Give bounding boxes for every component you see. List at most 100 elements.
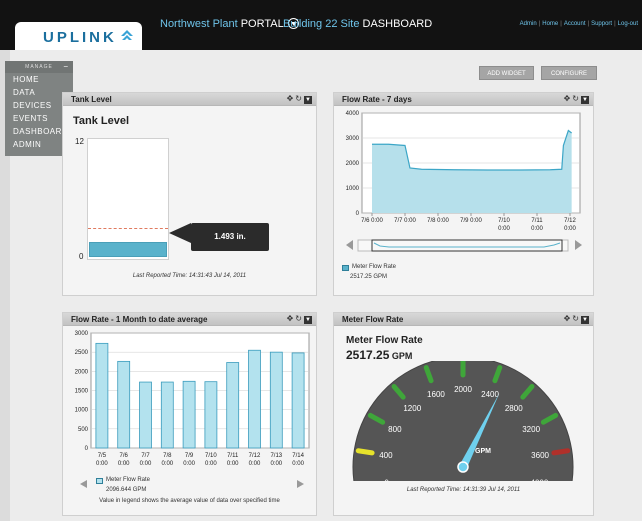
x-tick-label: 7/6: [120, 453, 129, 459]
panel-title: Tank Level: [71, 95, 112, 104]
x-tick-label: 7/8 0:00: [427, 218, 449, 224]
gauge-tick-label: 2400: [481, 390, 499, 399]
top-bar: UPLINK Northwest Plant PORTAL Building 2…: [0, 0, 642, 50]
gauge-tick-label: 1200: [403, 404, 421, 413]
flow-7day-panel: Flow Rate - 7 days ✥ ↻ ▼ 0 1000 2000 3000 4000…: [333, 92, 594, 296]
y-tick-label: 1500: [75, 389, 89, 395]
logo: UPLINK: [43, 29, 117, 46]
x-tick-label: 0:00: [498, 226, 510, 232]
menu-item-home[interactable]: HOME: [5, 73, 73, 86]
bar: [291, 352, 305, 449]
x-tick-label: 0:00: [564, 226, 576, 232]
link-home[interactable]: Home: [542, 21, 558, 27]
portal-label: PORTAL: [240, 18, 284, 30]
flow-month-chart: 0 500 1000 1500 2000 2500 3000 7/5 0:00 7/6 0:00 7/…: [75, 331, 310, 467]
legend-label: Meter Flow Rate: [352, 264, 397, 270]
y-tick-label: 0: [356, 211, 360, 217]
x-tick-label: 7/13: [270, 453, 282, 459]
move-icon[interactable]: ✥: [564, 94, 571, 103]
panel-title: Flow Rate - 7 days: [342, 95, 412, 104]
refresh-icon[interactable]: ↻: [572, 94, 579, 103]
gauge-tick-label: 800: [388, 425, 402, 434]
tank-axis-max: 12: [75, 137, 84, 146]
site-label: DASHBOARD: [362, 18, 433, 30]
link-admin[interactable]: Admin: [520, 21, 537, 27]
tank-value-callout: 1.493 in.: [191, 223, 269, 251]
move-icon[interactable]: ✥: [564, 314, 571, 323]
panel-header: Meter Flow Rate ✥ ↻ ▼: [334, 313, 593, 326]
x-tick-label: 7/5: [98, 453, 107, 459]
x-tick-label: 7/9: [185, 453, 194, 459]
refresh-icon[interactable]: ↻: [572, 314, 579, 323]
panel-header: Flow Rate - 7 days ✥ ↻ ▼: [334, 93, 593, 106]
gauge-tick: [551, 448, 571, 456]
scroll-left-icon[interactable]: [79, 479, 89, 489]
site-title: Building 22 Site DASHBOARD: [283, 18, 432, 30]
portal-selector[interactable]: Northwest Plant PORTAL: [160, 18, 303, 30]
y-tick-label: 500: [78, 427, 89, 433]
y-tick-label: 4000: [346, 111, 360, 117]
y-tick-label: 2000: [346, 161, 360, 167]
scroll-right-icon[interactable]: [295, 479, 305, 489]
bar: [248, 349, 261, 449]
bar: [160, 381, 174, 449]
x-tick-label: 0:00: [161, 461, 173, 467]
minimize-icon[interactable]: −: [63, 61, 69, 73]
x-tick-label: 0:00: [118, 461, 130, 467]
x-tick-label: 0:00: [249, 461, 261, 467]
panel-title: Meter Flow Rate: [342, 315, 404, 324]
move-icon[interactable]: ✥: [287, 94, 294, 103]
x-tick-label: 0:00: [183, 461, 195, 467]
bar: [226, 362, 240, 449]
gauge-tick: [355, 448, 375, 456]
y-tick-label: 2000: [75, 369, 89, 375]
tank-level-panel: Tank Level ✥ ↻ ▼ Tank Level 12 0 1.493 in.…: [62, 92, 317, 296]
flow-7day-chart: 0 1000 2000 3000 4000 7/6 0:00 7/7 0:00 7/8 0:0…: [346, 111, 581, 232]
link-logout[interactable]: Log-out: [618, 21, 638, 27]
legend-swatch: [342, 265, 349, 271]
dropdown-icon[interactable]: ▼: [581, 316, 589, 324]
logo-tab[interactable]: UPLINK: [15, 22, 142, 50]
panel-controls: ✥ ↻ ▼: [285, 94, 312, 104]
x-tick-label: 7/9 0:00: [460, 218, 482, 224]
move-icon[interactable]: ✥: [287, 314, 294, 323]
link-account[interactable]: Account: [564, 21, 586, 27]
x-tick-label: 7/8: [163, 453, 172, 459]
x-tick-label: 7/6 0:00: [361, 218, 383, 224]
gauge-reported-time: Last Reported Time: 14:31:39 Jul 14, 201…: [406, 487, 521, 493]
configure-button[interactable]: CONFIGURE: [541, 66, 597, 80]
flow-month-panel: Flow Rate - 1 Month to date average ✥ ↻ ▼ …: [62, 312, 317, 516]
refresh-icon[interactable]: ↻: [295, 94, 302, 103]
bar: [182, 380, 196, 449]
dropdown-icon[interactable]: ▼: [581, 96, 589, 104]
top-links: Admin | Home | Account | Support | Log-out: [519, 21, 638, 27]
gauge-tick-label: 1600: [427, 390, 445, 399]
gauge-tick-label: 2000: [454, 385, 472, 394]
add-widget-button[interactable]: ADD WIDGET: [479, 66, 534, 80]
link-support[interactable]: Support: [591, 21, 612, 27]
y-tick-label: 3000: [346, 136, 360, 142]
dropdown-icon[interactable]: ▼: [304, 316, 312, 324]
bar: [204, 381, 218, 449]
gauge-tick-label: 3600: [531, 451, 549, 460]
panel-controls: ✥ ↻ ▼: [562, 94, 589, 104]
panel-title: Flow Rate - 1 Month to date average: [71, 315, 208, 324]
x-tick-label: 0:00: [227, 461, 239, 467]
dropdown-icon[interactable]: ▼: [304, 96, 312, 104]
site-name: Building 22 Site: [283, 18, 360, 30]
range-navigator[interactable]: [344, 237, 584, 253]
x-tick-label: 7/10: [498, 218, 510, 224]
x-tick-label: 0:00: [270, 461, 282, 467]
x-tick-label: 0:00: [205, 461, 217, 467]
tank-reported-time: Last Reported Time: 14:31:43 Jul 14, 201…: [132, 273, 247, 279]
y-tick-label: 0: [85, 446, 89, 452]
bar: [117, 360, 131, 449]
gauge-heading: Meter Flow Rate: [346, 335, 423, 346]
legend-swatch: [96, 478, 103, 484]
gauge-unit-label: GPM: [475, 448, 491, 455]
panel-header: Tank Level ✥ ↻ ▼: [63, 93, 316, 106]
refresh-icon[interactable]: ↻: [295, 314, 302, 323]
tank-axis-min: 0: [79, 252, 84, 261]
x-tick-label: 7/14: [292, 453, 304, 459]
legend-value: 2096.644 GPM: [106, 487, 147, 493]
